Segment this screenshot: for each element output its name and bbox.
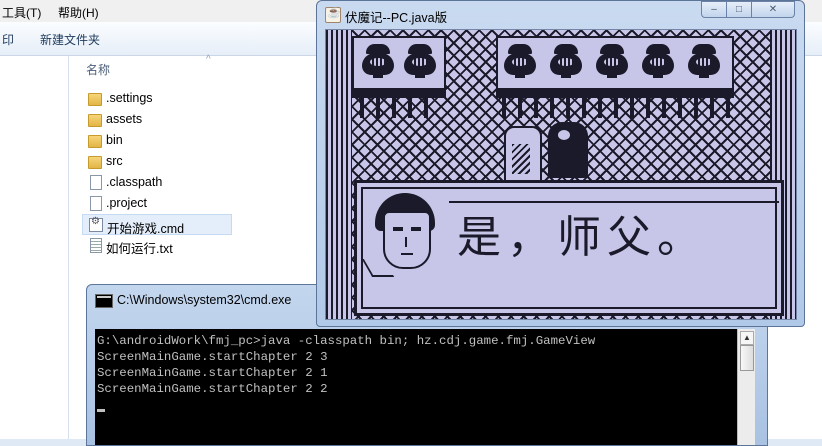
cmd-window-title: C:\Windows\system32\cmd.exe (117, 293, 292, 307)
folder-icon (88, 93, 102, 106)
dialog-text: 是，师父。 (457, 212, 707, 263)
file-name: 如何运行.txt (106, 242, 173, 256)
file-name: .project (106, 196, 147, 210)
new-folder-button[interactable]: 新建文件夹 (40, 31, 100, 48)
master-sprite (548, 122, 588, 178)
pot-sprite (688, 44, 720, 78)
right-shelf-legs (502, 98, 730, 118)
file-item-bin[interactable]: bin (82, 130, 318, 151)
pot-sprite (550, 44, 582, 78)
document-icon (90, 175, 102, 190)
left-shelf-base (352, 88, 446, 98)
pot-sprite (362, 44, 394, 78)
file-item-project[interactable]: .project (82, 193, 318, 214)
folder-icon (88, 135, 102, 148)
pot-sprite (504, 44, 536, 78)
console-line: ScreenMainGame.startChapter 2 1 (97, 366, 328, 380)
close-button[interactable]: ✕ (751, 1, 795, 18)
pot-sprite (404, 44, 436, 78)
text-file-icon (90, 238, 102, 253)
file-item-src[interactable]: src (82, 151, 318, 172)
folder-icon (88, 156, 102, 169)
scroll-up-arrow-icon[interactable]: ▲ (740, 331, 754, 345)
file-name: .classpath (106, 175, 163, 189)
game-window[interactable]: 伏魔记--PC.java版 – □ ✕ (316, 0, 805, 327)
left-shelf-legs (360, 98, 440, 118)
file-item-howto-txt[interactable]: 如何运行.txt (82, 235, 318, 256)
left-pillar (326, 30, 352, 319)
document-icon (90, 196, 102, 211)
console-line: G:\androidWork\fmj_pc>java -classpath bi… (97, 334, 596, 348)
file-name: assets (106, 112, 143, 126)
file-name: src (106, 154, 123, 168)
speaker-portrait (361, 193, 447, 277)
game-canvas[interactable]: 是，师父。 (325, 29, 797, 320)
file-name: bin (106, 133, 123, 147)
menu-tools[interactable]: 工具(T) (2, 4, 41, 21)
pot-sprite (596, 44, 628, 78)
game-window-title: 伏魔记--PC.java版 (345, 11, 448, 25)
file-name: .settings (106, 91, 153, 105)
console-icon (95, 294, 113, 308)
pot-sprite (642, 44, 674, 78)
scroll-thumb[interactable] (740, 345, 754, 371)
navigation-pane[interactable] (0, 56, 69, 439)
console-line: ScreenMainGame.startChapter 2 3 (97, 350, 328, 364)
file-list: .settings assets bin src .classpath .pro… (82, 88, 318, 256)
folder-icon (88, 114, 102, 127)
sort-up-icon: ^ (206, 54, 211, 65)
column-header-name[interactable]: 名称 ^ (70, 54, 320, 80)
right-shelf-base (496, 88, 734, 98)
console-scrollbar[interactable]: ▲ (737, 329, 755, 445)
menu-help[interactable]: 帮助(H) (58, 4, 99, 21)
cmd-script-icon (89, 216, 103, 232)
java-cup-icon (325, 6, 341, 23)
column-name-label: 名称 (86, 63, 111, 77)
window-controls: – □ ✕ (701, 1, 797, 19)
file-item-settings[interactable]: .settings (82, 88, 318, 109)
console-output[interactable]: G:\androidWork\fmj_pc>java -classpath bi… (95, 329, 743, 445)
console-cursor (97, 409, 105, 412)
console-line: ScreenMainGame.startChapter 2 2 (97, 382, 328, 396)
dialog-box[interactable]: 是，师父。 (354, 180, 784, 316)
character-sprites (504, 122, 590, 182)
file-item-classpath[interactable]: .classpath (82, 172, 318, 193)
minimize-button[interactable]: – (701, 1, 727, 18)
file-item-assets[interactable]: assets (82, 109, 318, 130)
print-button[interactable]: 印 (2, 31, 14, 48)
maximize-button[interactable]: □ (726, 1, 752, 18)
hero-sprite (504, 126, 542, 182)
file-item-start-game-cmd[interactable]: 开始游戏.cmd (82, 214, 232, 236)
